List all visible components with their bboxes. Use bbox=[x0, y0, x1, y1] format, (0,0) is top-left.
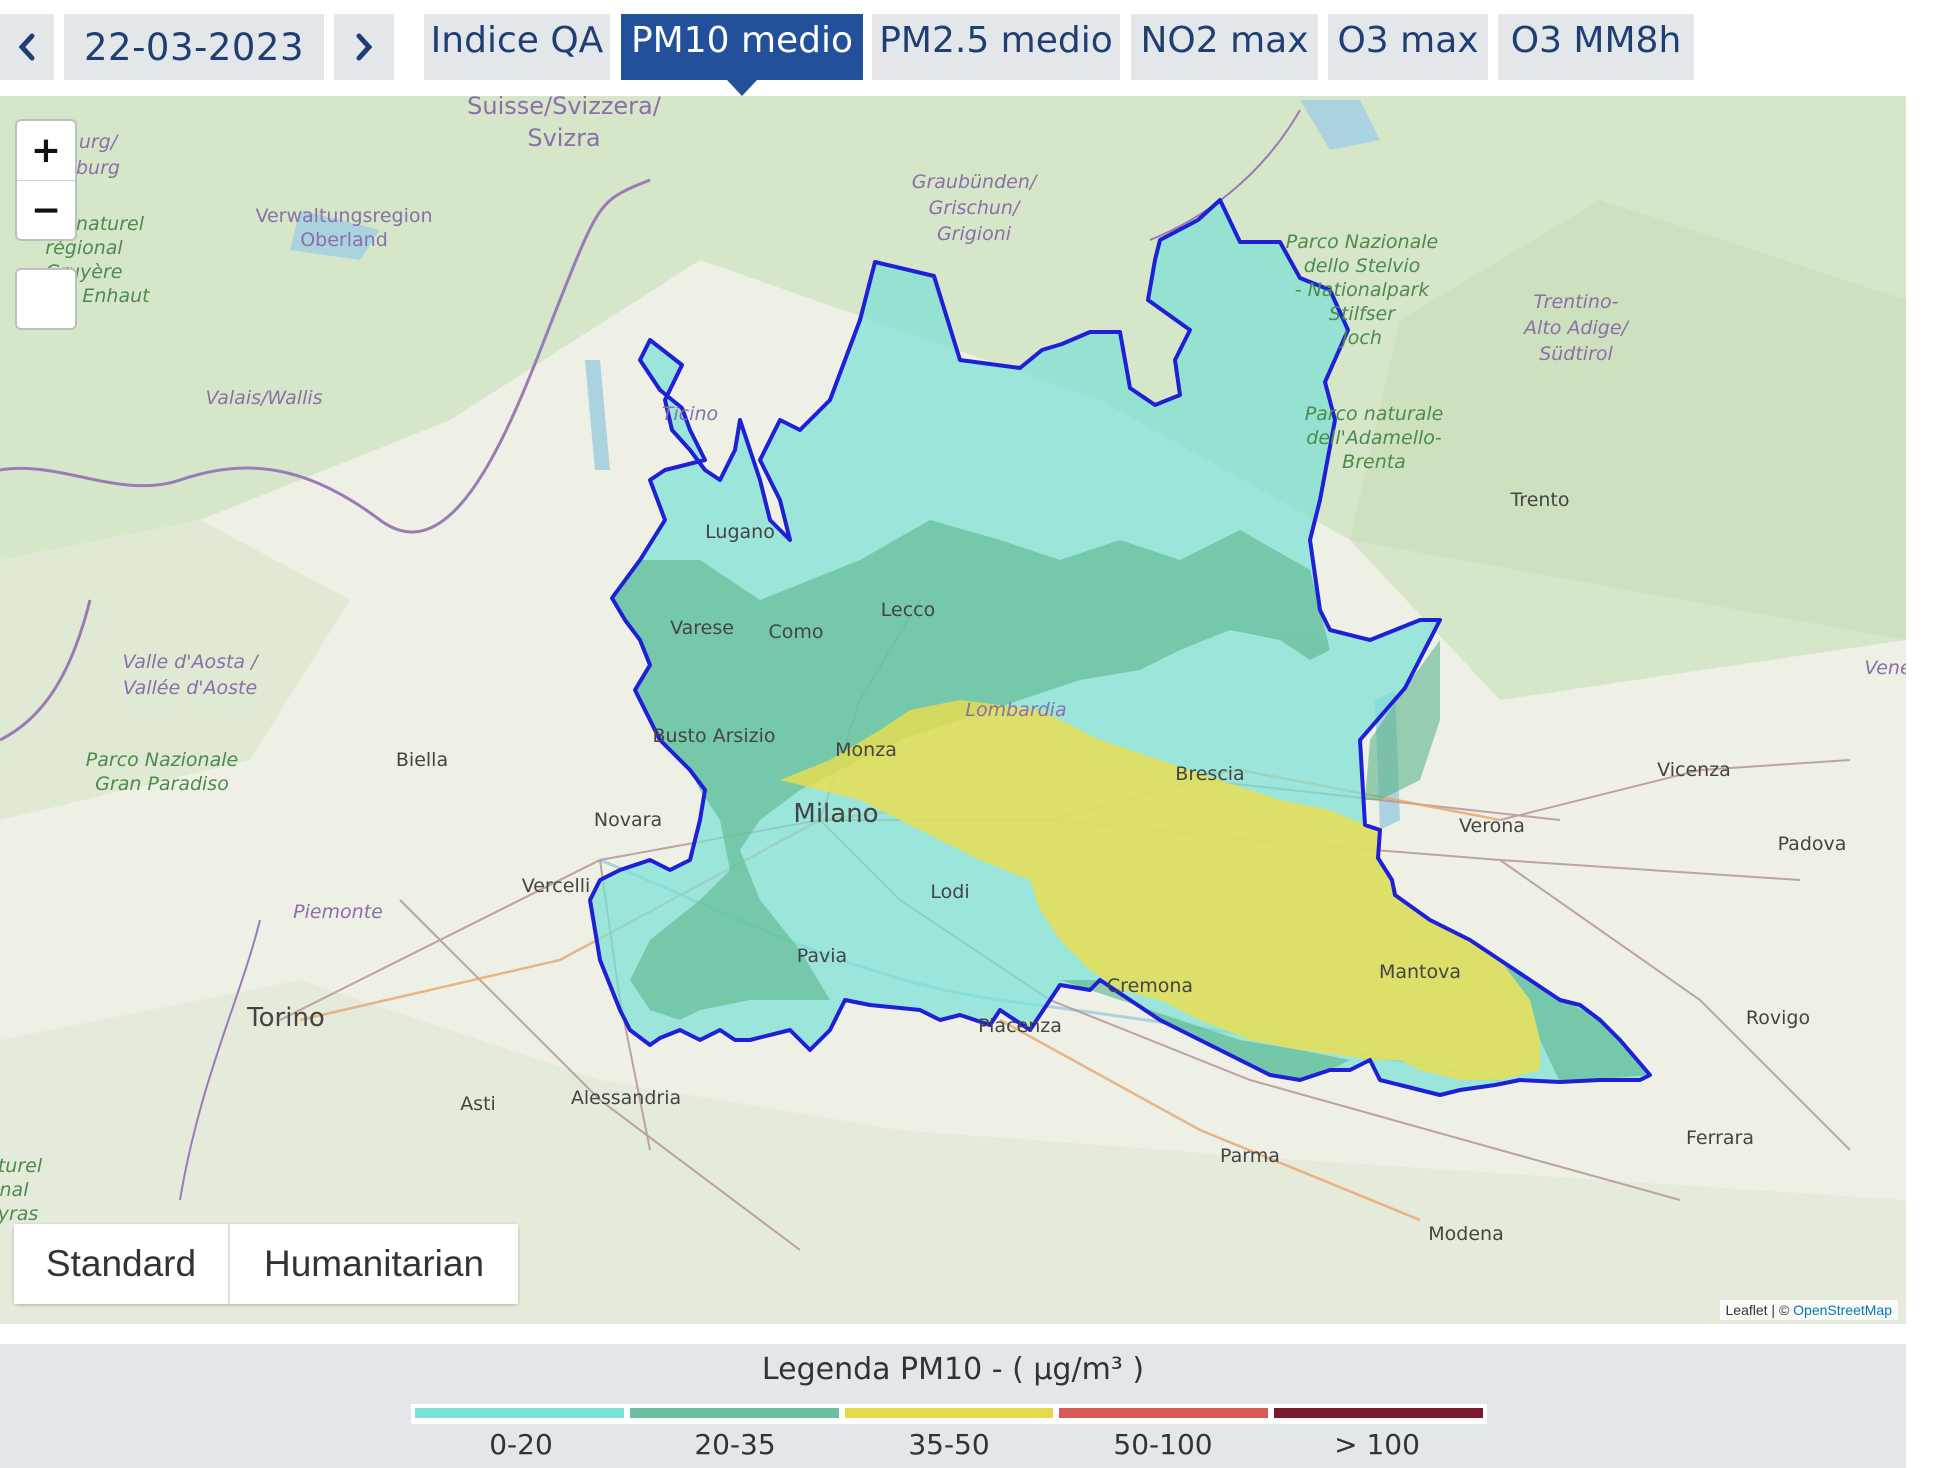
label-bottom-left-3: yras bbox=[0, 1203, 38, 1225]
label-bottom-left-1: turel bbox=[0, 1155, 43, 1177]
label-valais: Valais/Wallis bbox=[205, 387, 322, 409]
label-piacenza: Piacenza bbox=[978, 1015, 1062, 1037]
legend-swatch-0-20 bbox=[415, 1408, 624, 1418]
basemap-switcher: Standard Humanitarian bbox=[14, 1224, 518, 1304]
label-lombardia: Lombardia bbox=[965, 699, 1066, 721]
label-milano: Milano bbox=[793, 799, 878, 829]
legend-label-0-20: 0-20 bbox=[489, 1428, 553, 1461]
label-mantova: Mantova bbox=[1379, 961, 1461, 983]
openstreetmap-link[interactable]: OpenStreetMap bbox=[1793, 1302, 1892, 1318]
legend-swatch-20-35 bbox=[629, 1408, 839, 1418]
label-graubunden-3: Grigioni bbox=[937, 223, 1012, 245]
label-left-1: urg/ bbox=[79, 131, 120, 153]
label-lodi: Lodi bbox=[930, 881, 969, 903]
next-date-button[interactable] bbox=[334, 14, 394, 80]
label-trentino-2: Alto Adige/ bbox=[1522, 317, 1630, 339]
label-stelvio-1: Parco Nazionale bbox=[1286, 231, 1438, 253]
label-stelvio-2: dello Stelvio bbox=[1304, 255, 1421, 277]
attribution-prefix: Leaflet | © bbox=[1725, 1302, 1794, 1318]
label-parma: Parma bbox=[1220, 1145, 1280, 1167]
label-veneto: Vene bbox=[1864, 657, 1906, 679]
label-adamello-2: dell'Adamello- bbox=[1306, 427, 1442, 449]
tab-pm10-medio[interactable]: PM10 medio bbox=[621, 14, 863, 80]
zoom-control: + − bbox=[15, 119, 77, 241]
legend-label-35-50: 35-50 bbox=[908, 1428, 990, 1461]
chevron-right-icon bbox=[356, 33, 373, 61]
label-stelvio-5: Joch bbox=[1338, 327, 1382, 349]
label-monza: Monza bbox=[835, 739, 897, 761]
label-novara: Novara bbox=[594, 809, 662, 831]
label-lugano: Lugano bbox=[705, 521, 775, 543]
tab-pm25-medio[interactable]: PM2.5 medio bbox=[872, 14, 1120, 80]
basemap-standard-button[interactable]: Standard bbox=[14, 1224, 230, 1304]
map-attribution: Leaflet | © OpenStreetMap bbox=[1719, 1300, 1898, 1320]
label-rovigo: Rovigo bbox=[1746, 1007, 1810, 1029]
tab-indice-qa[interactable]: Indice QA bbox=[424, 14, 610, 80]
label-ferrara: Ferrara bbox=[1686, 1127, 1754, 1149]
layer-control-button[interactable] bbox=[15, 268, 77, 330]
label-graubunden-1: Graubünden/ bbox=[912, 171, 1039, 193]
label-left-6: Enhaut bbox=[82, 285, 151, 307]
map-labels: Trento Verona Vicenza Padova Rovigo Ferr… bbox=[0, 96, 1906, 1245]
tab-no2-max[interactable]: NO2 max bbox=[1131, 14, 1318, 80]
legend-title: Legenda PM10 - ( μg/m³ ) bbox=[761, 1352, 1145, 1387]
label-gran-paradiso-1: Parco Nazionale bbox=[86, 749, 238, 771]
map-view[interactable]: Trento Verona Vicenza Padova Rovigo Ferr… bbox=[0, 96, 1906, 1324]
label-left-2: burg bbox=[76, 157, 120, 179]
label-graubunden-2: Grischun/ bbox=[929, 197, 1022, 219]
label-bottom-left-2: nal bbox=[0, 1179, 29, 1201]
legend-label-over-100: > 100 bbox=[1334, 1428, 1420, 1461]
label-lecco: Lecco bbox=[881, 599, 935, 621]
current-date[interactable]: 22-03-2023 bbox=[64, 14, 324, 80]
label-gran-paradiso-2: Gran Paradiso bbox=[95, 773, 229, 795]
label-left-3: naturel bbox=[76, 213, 145, 235]
basemap-humanitarian-button[interactable]: Humanitarian bbox=[230, 1224, 518, 1304]
label-verona: Verona bbox=[1459, 815, 1525, 837]
label-cremona: Cremona bbox=[1107, 975, 1193, 997]
label-busto-arsizio: Busto Arsizio bbox=[653, 725, 776, 747]
label-vercelli: Vercelli bbox=[522, 875, 591, 897]
legend-swatch-35-50 bbox=[844, 1408, 1054, 1418]
label-torino: Torino bbox=[246, 1003, 325, 1033]
label-brescia: Brescia bbox=[1175, 763, 1244, 785]
label-valle-aosta-1: Valle d'Aosta / bbox=[122, 651, 260, 673]
label-trentino-3: Südtirol bbox=[1539, 343, 1613, 365]
legend-swatch-over-100 bbox=[1274, 1408, 1483, 1418]
legend-swatch-50-100 bbox=[1059, 1408, 1269, 1418]
tab-o3-mm8h[interactable]: O3 MM8h bbox=[1498, 14, 1694, 80]
label-adamello-3: Brenta bbox=[1342, 451, 1406, 473]
zoom-out-button[interactable]: − bbox=[17, 181, 75, 239]
label-vicenza: Vicenza bbox=[1657, 759, 1731, 781]
label-piemonte: Piemonte bbox=[293, 901, 383, 923]
legend-label-50-100: 50-100 bbox=[1113, 1428, 1213, 1461]
label-trentino-1: Trentino- bbox=[1534, 291, 1619, 313]
label-como: Como bbox=[768, 621, 823, 643]
chevron-left-icon bbox=[18, 33, 35, 61]
legend-label-20-35: 20-35 bbox=[694, 1428, 776, 1461]
label-stelvio-4: Stilfser bbox=[1329, 303, 1396, 325]
label-modena: Modena bbox=[1428, 1223, 1503, 1245]
label-padova: Padova bbox=[1778, 833, 1847, 855]
label-adamello-1: Parco naturale bbox=[1305, 403, 1444, 425]
label-varese: Varese bbox=[670, 617, 734, 639]
label-stelvio-3: - Nationalpark bbox=[1295, 279, 1431, 301]
label-biella: Biella bbox=[396, 749, 448, 771]
label-alessandria: Alessandria bbox=[571, 1087, 681, 1109]
label-valle-aosta-2: Vallée d'Aoste bbox=[123, 677, 257, 699]
label-svizzera-1: Suisse/Svizzera/ bbox=[467, 96, 662, 120]
toolbar: 22-03-2023 Indice QA PM10 medio PM2.5 me… bbox=[0, 0, 1934, 96]
label-svizzera-2: Svizra bbox=[527, 124, 600, 152]
label-pavia: Pavia bbox=[797, 945, 847, 967]
label-oberland-1: Verwaltungsregion bbox=[255, 205, 432, 227]
label-trento: Trento bbox=[1509, 489, 1569, 511]
label-asti: Asti bbox=[460, 1093, 496, 1115]
label-ticino: Ticino bbox=[662, 403, 718, 425]
previous-date-button[interactable] bbox=[0, 14, 54, 80]
legend-panel: Legenda PM10 - ( μg/m³ ) 0-20 20-35 35-5… bbox=[0, 1344, 1906, 1468]
legend-color-bar bbox=[411, 1404, 1487, 1424]
zoom-in-button[interactable]: + bbox=[17, 121, 75, 181]
active-tab-indicator bbox=[727, 80, 757, 96]
label-oberland-2: Oberland bbox=[300, 229, 388, 251]
tab-o3-max[interactable]: O3 max bbox=[1328, 14, 1488, 80]
